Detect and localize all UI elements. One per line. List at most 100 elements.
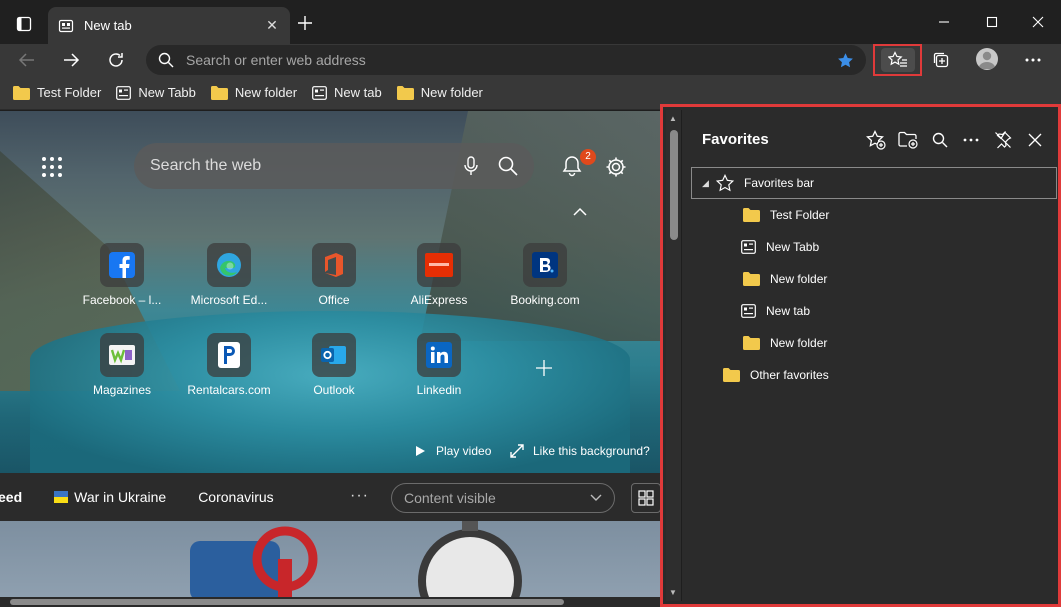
quick-link-linkedin[interactable]: Linkedin	[394, 333, 484, 397]
tree-item-label: New Tabb	[766, 240, 820, 254]
quick-link-edge[interactable]: Microsoft Ed...	[184, 243, 274, 307]
bookmark-item[interactable]: New folder	[396, 85, 483, 100]
favorites-button[interactable]	[873, 44, 922, 76]
add-quick-link-plus-icon[interactable]	[535, 359, 553, 380]
person-icon	[978, 51, 996, 69]
close-panel-button[interactable]	[1023, 128, 1047, 152]
like-background-button[interactable]: Like this background?	[510, 444, 650, 458]
collections-button[interactable]	[927, 47, 955, 73]
add-folder-button[interactable]	[896, 128, 920, 152]
close-icon	[1032, 16, 1044, 28]
play-video-button[interactable]: Play video	[414, 444, 491, 458]
folder-icon	[743, 208, 760, 222]
quick-link-label: Booking.com	[510, 293, 580, 307]
minimize-button[interactable]	[924, 8, 964, 36]
close-window-button[interactable]	[1018, 8, 1058, 36]
page-layout-button[interactable]	[631, 483, 660, 513]
new-tab-button[interactable]	[294, 12, 316, 34]
search-icon[interactable]	[498, 156, 518, 176]
bookmark-item[interactable]: New Tabb	[116, 85, 196, 100]
tree-item-test-folder[interactable]: Test Folder	[691, 199, 1057, 231]
quick-link-rentalcars[interactable]: Rentalcars.com	[184, 333, 274, 397]
scroll-up-arrow-icon[interactable]: ▲	[669, 114, 677, 123]
quick-link-label: Microsoft Ed...	[190, 293, 268, 307]
profile-avatar[interactable]	[976, 48, 998, 70]
feed-tab-label: Coronavirus	[198, 489, 274, 505]
chevron-down-icon	[590, 494, 602, 501]
quick-link-booking[interactable]: Booking.com	[500, 243, 590, 307]
page-icon	[741, 240, 756, 254]
microphone-icon[interactable]	[464, 156, 478, 176]
tree-item-label: Favorites bar	[744, 176, 815, 190]
gear-icon[interactable]	[605, 156, 627, 181]
scroll-down-arrow-icon[interactable]: ▼	[669, 588, 677, 597]
unpin-panel-button[interactable]	[991, 128, 1015, 152]
tree-item-new-folder[interactable]: New folder	[691, 263, 1057, 295]
tree-item-new-tabb[interactable]: New Tabb	[691, 231, 1057, 263]
bookmark-item[interactable]: New folder	[210, 85, 297, 100]
back-button[interactable]	[14, 47, 40, 73]
bookmark-item[interactable]: New tab	[312, 85, 382, 100]
address-bar[interactable]: Search or enter web address	[146, 45, 866, 75]
refresh-button[interactable]	[103, 47, 129, 73]
quick-link-magazines[interactable]: Magazines	[77, 333, 167, 397]
chevron-up-icon[interactable]	[573, 205, 587, 220]
more-options-button[interactable]	[959, 128, 983, 152]
feed-tab-war-in-ukraine[interactable]: War in Ukraine	[54, 489, 166, 505]
tree-item-label: New folder	[770, 336, 828, 350]
aliexpress-icon	[417, 243, 461, 287]
quick-link-facebook[interactable]: Facebook – l...	[77, 243, 167, 307]
feed-tab-label: War in Ukraine	[74, 489, 167, 505]
maximize-icon	[986, 16, 998, 28]
tree-item-label: New folder	[770, 272, 828, 286]
quick-link-office[interactable]: Office	[289, 243, 379, 307]
more-horizontal-icon[interactable]: ···	[350, 487, 369, 505]
minimize-icon	[939, 21, 949, 23]
bookmark-label: New Tabb	[138, 85, 196, 100]
quick-link-outlook[interactable]: Outlook	[289, 333, 379, 397]
expand-arrows-icon	[510, 444, 524, 458]
folder-icon	[210, 85, 228, 100]
quick-link-label: AliExpress	[410, 293, 468, 307]
expand-caret-icon[interactable]: ◢	[702, 178, 716, 189]
more-horizontal-icon	[963, 138, 979, 142]
star-filled-icon[interactable]	[837, 52, 854, 69]
feed-tab-coronavirus[interactable]: Coronavirus	[198, 489, 273, 505]
favorites-tree: ◢ Favorites bar Test Folder New Tabb New…	[691, 167, 1057, 391]
settings-more-button[interactable]	[1019, 47, 1047, 73]
quick-link-label: Outlook	[313, 383, 355, 397]
content-visibility-select[interactable]: Content visible	[391, 483, 615, 513]
tab-actions-button[interactable]	[10, 12, 38, 36]
page-vertical-scrollbar[interactable]: ▲ ▼	[666, 110, 682, 601]
refresh-icon	[109, 53, 123, 67]
bookmark-item[interactable]: Test Folder	[13, 85, 101, 100]
new-tab-page: Search the web 2 Facebook – l... Microso…	[0, 111, 660, 607]
tree-item-new-tab[interactable]: New tab	[691, 295, 1057, 327]
tab-new-tab[interactable]: New tab ✕	[48, 7, 290, 44]
feed-navigation: eed War in Ukraine Coronavirus ··· Conte…	[0, 473, 660, 521]
maximize-button[interactable]	[972, 8, 1012, 36]
tree-item-favorites-bar[interactable]: ◢ Favorites bar	[691, 167, 1057, 199]
search-favorites-button[interactable]	[928, 128, 952, 152]
notifications-bell-icon[interactable]	[562, 155, 582, 180]
feed-tab-my-feed[interactable]: eed	[0, 489, 22, 505]
add-to-favorites-button[interactable]	[864, 128, 888, 152]
ukraine-flag-icon	[54, 491, 69, 503]
address-input[interactable]: Search or enter web address	[186, 52, 854, 68]
horizontal-scrollbar[interactable]	[0, 597, 660, 607]
web-search-box[interactable]: Search the web	[134, 143, 534, 189]
page-icon	[312, 85, 327, 100]
facebook-icon	[100, 243, 144, 287]
tree-item-other-favorites[interactable]: Other favorites	[691, 359, 1057, 391]
tree-item-label: Other favorites	[750, 368, 829, 382]
forward-button[interactable]	[58, 47, 84, 73]
tab-close-icon[interactable]: ✕	[264, 17, 280, 34]
linkedin-icon	[417, 333, 461, 377]
tree-item-label: New tab	[766, 304, 811, 318]
news-card-image[interactable]	[0, 521, 660, 599]
app-launcher-icon[interactable]	[42, 157, 62, 177]
quick-link-aliexpress[interactable]: AliExpress	[394, 243, 484, 307]
tree-item-new-folder[interactable]: New folder	[691, 327, 1057, 359]
favorites-panel-title: Favorites	[702, 131, 769, 148]
web-search-input[interactable]: Search the web	[150, 157, 444, 175]
